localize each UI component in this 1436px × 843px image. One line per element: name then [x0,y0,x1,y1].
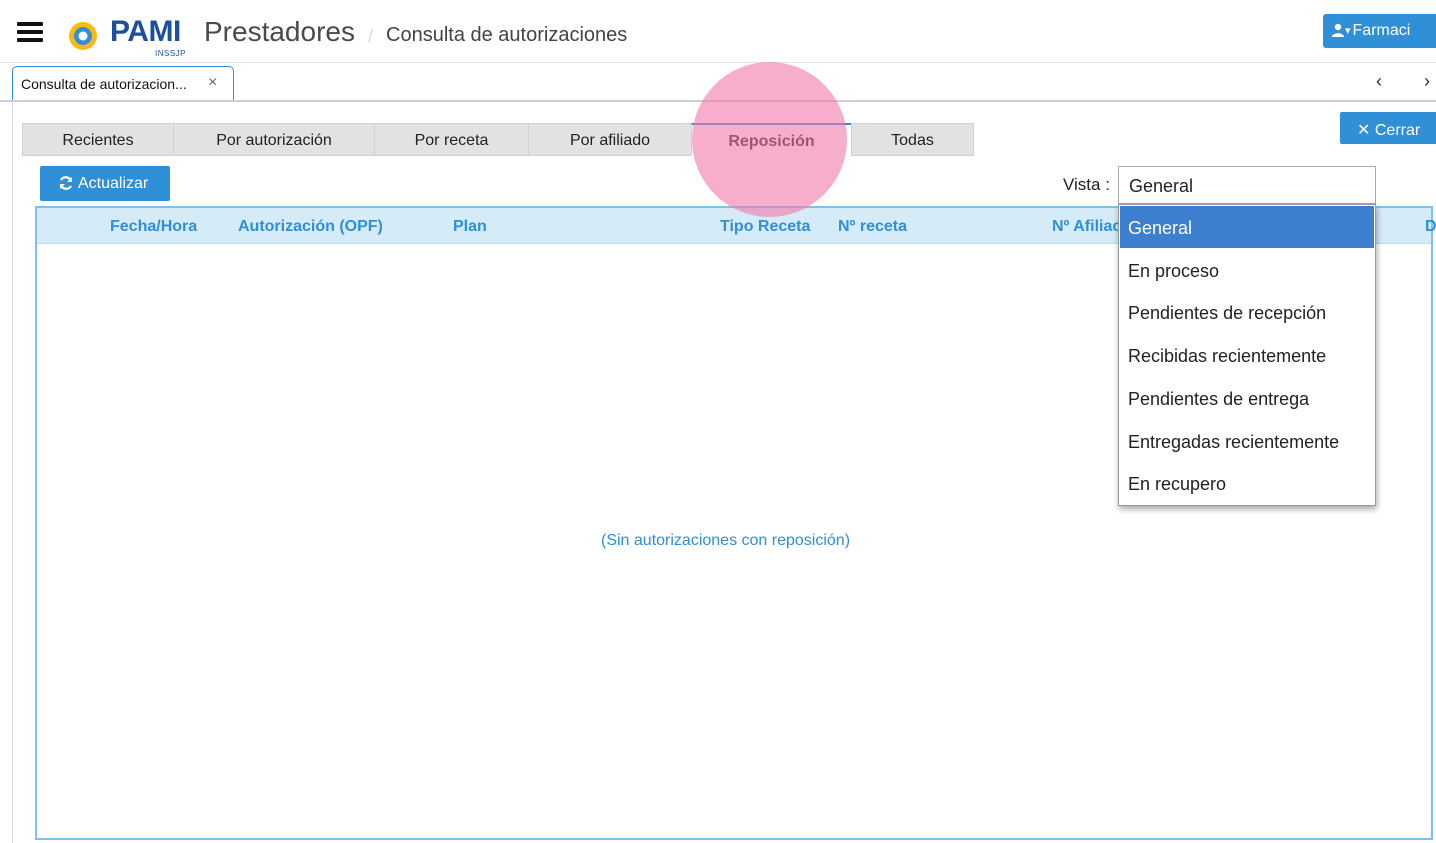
vista-dropdown: General En proceso Pendientes de recepci… [1118,204,1376,506]
user-menu-label: Farmaci [1352,22,1411,39]
chevron-down-icon: ▾ [1345,25,1351,37]
option-general[interactable]: General [1120,206,1374,248]
breadcrumb: Consulta de autorizaciones [386,24,628,46]
chevron-left-icon[interactable]: ‹ [1376,71,1382,92]
cerrar-button[interactable]: ✕ Cerrar [1340,112,1436,144]
tab-por-receta[interactable]: Por receta [374,123,529,156]
tab-todas[interactable]: Todas [851,123,974,156]
cerrar-label: Cerrar [1374,122,1421,139]
option-entregadas-recientemente[interactable]: Entregadas recientemente [1120,420,1374,462]
col-plan[interactable]: Plan [453,218,487,236]
app-header: PAMI INSSJP Prestadores / Consulta de au… [0,0,1436,62]
pami-logo-icon [69,22,97,50]
actualizar-button[interactable]: Actualizar [40,166,170,201]
brand-logo: PAMI [110,15,181,48]
actualizar-label: Actualizar [78,175,149,192]
close-icon[interactable]: × [208,74,217,92]
app-name: Prestadores [204,16,355,47]
breadcrumb-separator: / [368,26,374,46]
refresh-icon [59,176,73,190]
option-en-recupero[interactable]: En recupero [1120,462,1374,504]
tab-por-afiliado[interactable]: Por afiliado [528,123,692,156]
col-nro-receta[interactable]: Nº receta [838,218,907,236]
close-icon: ✕ [1357,122,1371,139]
chevron-right-icon[interactable]: › [1424,71,1430,92]
col-tipo-receta[interactable]: Tipo Receta [720,218,810,236]
menu-icon[interactable] [17,22,43,42]
col-nro-afiliado[interactable]: Nº Afiliac [1052,218,1121,236]
brand-sub: INSSJP [155,49,187,58]
user-icon [1332,23,1344,37]
option-recibidas-recientemente[interactable]: Recibidas recientemente [1120,334,1374,376]
empty-message: (Sin autorizaciones con reposición) [601,532,851,549]
tab-reposicion[interactable]: Reposición [691,123,852,156]
tab-recientes[interactable]: Recientes [22,123,174,156]
col-d[interactable]: D [1425,218,1436,236]
option-pendientes-entrega[interactable]: Pendientes de entrega [1120,377,1374,419]
col-autorizacion[interactable]: Autorización (OPF) [238,218,383,236]
vista-label: Vista : [1063,175,1110,194]
vista-select[interactable]: General [1118,166,1376,204]
doc-tab-label: Consulta de autorizacion... [21,76,187,92]
option-en-proceso[interactable]: En proceso [1120,249,1374,291]
document-tab-strip: Consulta de autorizacion... × ‹ › [0,62,1436,102]
col-fecha-hora[interactable]: Fecha/Hora [110,218,197,236]
tab-por-autorizacion[interactable]: Por autorización [173,123,375,156]
option-pendientes-recepcion[interactable]: Pendientes de recepción [1120,291,1374,333]
user-menu-button[interactable]: ▾ Farmaci [1323,14,1436,48]
doc-tab-consulta[interactable]: Consulta de autorizacion... × [12,66,234,100]
